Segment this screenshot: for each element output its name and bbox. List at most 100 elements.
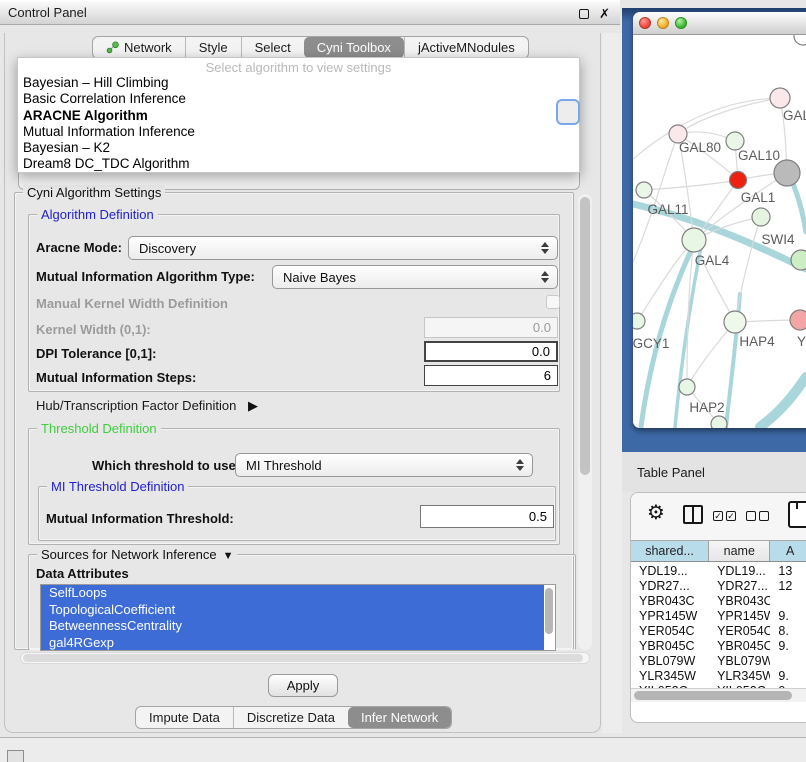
- minimize-traffic-light[interactable]: [657, 17, 669, 29]
- attributes-scrollbar[interactable]: [544, 585, 554, 650]
- tab-discretize-data[interactable]: Discretize Data: [233, 707, 348, 728]
- table-cell[interactable]: YPR145W: [631, 609, 709, 623]
- table-cell[interactable]: YLR345W: [631, 669, 709, 683]
- table-cell[interactable]: YDR27...: [709, 579, 770, 593]
- column-header-shared[interactable]: shared...: [631, 541, 709, 561]
- table-horizontal-thumb[interactable]: [634, 691, 792, 700]
- network-node[interactable]: [791, 250, 806, 270]
- table-cell[interactable]: YBR045C: [709, 639, 770, 653]
- network-edge[interactable]: [687, 322, 735, 387]
- which-threshold-combobox[interactable]: MI Threshold: [235, 453, 533, 477]
- network-node[interactable]: [730, 172, 747, 189]
- settings-vertical-scrollbar[interactable]: [578, 194, 592, 650]
- table-cell[interactable]: YDL19...: [631, 564, 709, 578]
- table-horizontal-scrollbar[interactable]: [631, 688, 806, 702]
- table-cell[interactable]: 9.: [770, 609, 806, 623]
- table-cell[interactable]: YER054C: [709, 624, 770, 638]
- focused-combobox-button[interactable]: [556, 99, 580, 125]
- network-edge[interactable]: [678, 98, 780, 134]
- table-cell[interactable]: 8.: [770, 624, 806, 638]
- float-window-icon[interactable]: [579, 9, 589, 19]
- table-row[interactable]: YLR345WYLR345W9.: [631, 668, 806, 683]
- network-node[interactable]: [774, 160, 800, 186]
- table-cell[interactable]: YER054C: [631, 624, 709, 638]
- table-cell[interactable]: YBL079W: [709, 654, 770, 668]
- close-icon[interactable]: ✗: [599, 9, 610, 19]
- apply-button[interactable]: Apply: [268, 674, 338, 697]
- network-node[interactable]: [711, 416, 727, 428]
- network-edge[interactable]: [644, 180, 738, 190]
- settings-vertical-thumb[interactable]: [580, 197, 590, 475]
- attribute-item-gal4rgexp[interactable]: gal4RGexp: [41, 635, 545, 651]
- column-header-name[interactable]: name: [709, 541, 770, 561]
- network-canvas[interactable]: GALGAL80GAL10GAL1GAL11SWI4GAL4GCY1HAP4YH…: [633, 35, 806, 428]
- table-cell[interactable]: YBR045C: [631, 639, 709, 653]
- column-split-icon[interactable]: [683, 505, 703, 524]
- network-node[interactable]: [682, 228, 706, 252]
- attribute-item-selfloops[interactable]: SelfLoops: [41, 585, 545, 602]
- table-cell[interactable]: 9.: [770, 669, 806, 683]
- table-icon[interactable]: [788, 501, 806, 528]
- tab-style[interactable]: Style: [185, 37, 241, 58]
- network-node[interactable]: [633, 313, 645, 329]
- aracne-mode-combobox[interactable]: Discovery: [128, 236, 558, 260]
- table-row[interactable]: YER054CYER054C8.: [631, 623, 806, 638]
- network-window[interactable]: GALGAL80GAL10GAL1GAL11SWI4GAL4GCY1HAP4YH…: [633, 12, 806, 428]
- settings-horizontal-scrollbar[interactable]: [20, 652, 590, 664]
- network-node[interactable]: [724, 311, 746, 333]
- table-cell[interactable]: YDL19...: [709, 564, 770, 578]
- network-node[interactable]: [794, 35, 806, 45]
- dropdown-item-bayesian-k2[interactable]: Bayesian – K2: [18, 140, 579, 156]
- gear-icon[interactable]: ⚙: [647, 500, 665, 525]
- dropdown-item-dream8-dc-tdc-algorithm[interactable]: Dream8 DC_TDC Algorithm: [18, 156, 579, 172]
- sources-toggle[interactable]: Sources for Network Inference▼: [37, 547, 237, 562]
- attribute-item-betweennesscentrality[interactable]: BetweennessCentrality: [41, 618, 545, 635]
- table-cell[interactable]: YBL079W: [631, 654, 709, 668]
- network-node[interactable]: [752, 208, 770, 226]
- network-node[interactable]: [770, 88, 790, 108]
- network-edge[interactable]: [760, 377, 806, 427]
- mi-threshold-field[interactable]: [420, 505, 554, 528]
- tab-jactivemnodules[interactable]: jActiveMNodules: [404, 37, 528, 58]
- table-cell[interactable]: YBR043C: [709, 594, 770, 608]
- data-attributes-list[interactable]: SelfLoopsTopologicalCoefficientBetweenne…: [40, 584, 556, 651]
- dropdown-item-basic-correlation-inference[interactable]: Basic Correlation Inference: [18, 91, 579, 107]
- zoom-traffic-light[interactable]: [675, 17, 687, 29]
- dropdown-item-aracne-algorithm[interactable]: ARACNE Algorithm: [18, 108, 579, 124]
- close-traffic-light[interactable]: [639, 17, 651, 29]
- network-node[interactable]: [636, 182, 652, 198]
- hub-tf-definition-toggle[interactable]: Hub/Transcription Factor Definition ▶: [36, 398, 258, 414]
- dropdown-item-bayesian-hill-climbing[interactable]: Bayesian – Hill Climbing: [18, 75, 579, 91]
- attribute-item-topologicalcoefficient[interactable]: TopologicalCoefficient: [41, 602, 545, 619]
- settings-horizontal-thumb[interactable]: [23, 654, 583, 662]
- checked-checkboxes-icon[interactable]: ✓✓: [713, 511, 736, 521]
- network-window-titlebar[interactable]: [633, 12, 806, 35]
- tab-select[interactable]: Select: [241, 37, 304, 58]
- mi-type-combobox[interactable]: Naive Bayes: [272, 265, 558, 289]
- tab-impute-data[interactable]: Impute Data: [136, 707, 233, 728]
- table-cell[interactable]: YPR145W: [709, 609, 770, 623]
- table-cell[interactable]: 13: [770, 564, 806, 578]
- tab-infer-network[interactable]: Infer Network: [348, 707, 451, 728]
- table-row[interactable]: YBR045CYBR045C9.: [631, 638, 806, 653]
- dropdown-item-mutual-information-inference[interactable]: Mutual Information Inference: [18, 124, 579, 140]
- network-node[interactable]: [790, 310, 806, 330]
- table-row[interactable]: YPR145WYPR145W9.: [631, 608, 806, 623]
- column-header-a[interactable]: A: [770, 541, 806, 561]
- control-panel-titlebar[interactable]: Control Panel ✗: [0, 0, 620, 25]
- tab-network[interactable]: Network: [93, 37, 185, 58]
- mi-steps-field[interactable]: [424, 365, 558, 386]
- dpi-tolerance-field[interactable]: [424, 341, 558, 362]
- table-row[interactable]: YBL079WYBL079W: [631, 653, 806, 668]
- table-cell[interactable]: YBR043C: [631, 594, 709, 608]
- table-cell[interactable]: YDR27...: [631, 579, 709, 593]
- table-row[interactable]: YBR043CYBR043C: [631, 593, 806, 608]
- network-graph[interactable]: GALGAL80GAL10GAL1GAL11SWI4GAL4GCY1HAP4YH…: [633, 35, 806, 428]
- table-cell[interactable]: 9.: [770, 639, 806, 653]
- table-cell[interactable]: 12: [770, 579, 806, 593]
- table-row[interactable]: YDL19...YDL19...13: [631, 563, 806, 578]
- tab-cyni-toolbox[interactable]: Cyni Toolbox: [304, 37, 404, 58]
- network-node[interactable]: [679, 379, 695, 395]
- table-row[interactable]: YDR27...YDR27...12: [631, 578, 806, 593]
- table-cell[interactable]: YLR345W: [709, 669, 770, 683]
